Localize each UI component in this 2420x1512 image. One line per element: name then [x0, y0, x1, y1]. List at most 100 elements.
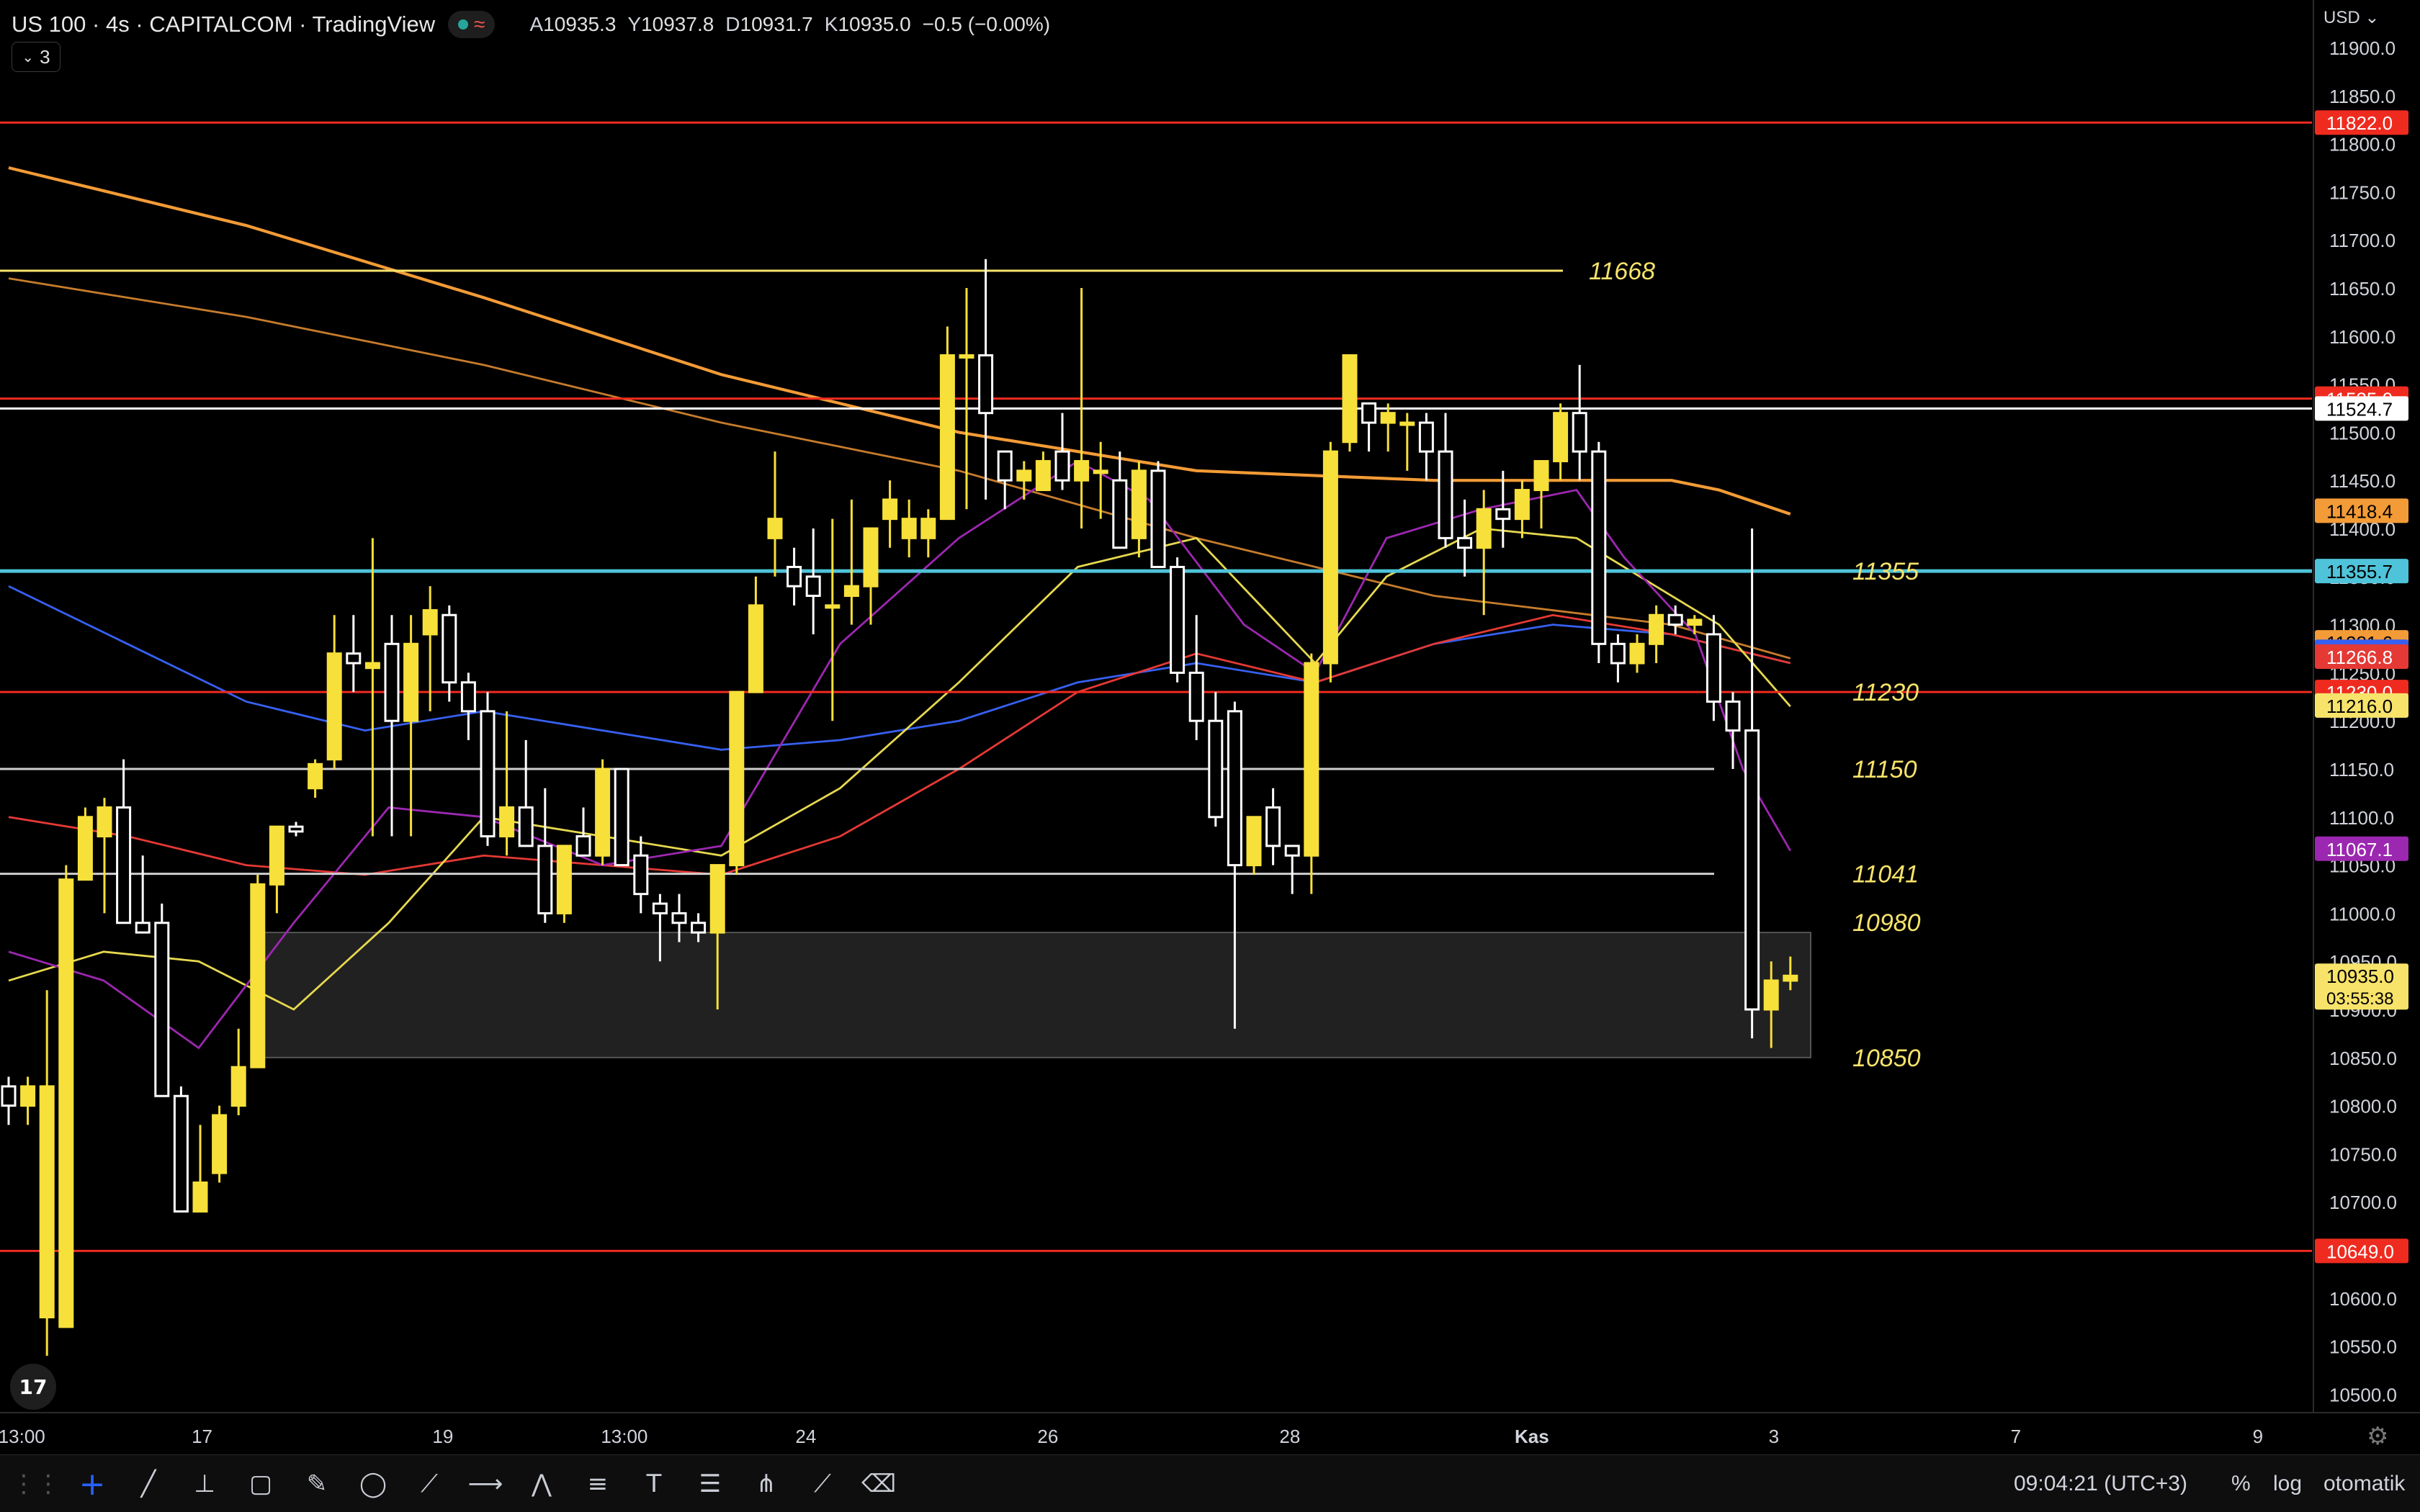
level-price-tag-3: 11524.7 [2326, 398, 2393, 420]
time-tick-label: 9 [2253, 1426, 2263, 1447]
ohlc-values: A10935.3 Y10937.8 D10931.7 K10935.0 −0.5… [529, 13, 1050, 36]
candle-body [173, 1094, 189, 1213]
chart-canvas[interactable]: 11668 11355 11230 11150 11041 10980 10850 11900… [0, 0, 2420, 1454]
measure-icon[interactable]: ⟋ [802, 1464, 843, 1504]
ma-price-tag-5: 11067.1 [2326, 839, 2393, 860]
parallel-channel-icon[interactable]: ≡ [578, 1464, 618, 1504]
candle-body [1246, 816, 1262, 867]
price-tick-label: 11500.0 [2329, 422, 2396, 444]
candle-body [1495, 508, 1511, 521]
level-price-tag-4: 11355.7 [2326, 561, 2393, 582]
grip-icon[interactable]: ⋮⋮ [12, 1464, 60, 1504]
candle-body [537, 845, 553, 914]
candle-body [1284, 845, 1300, 857]
candle-body [1591, 450, 1607, 645]
candle-body [786, 565, 802, 588]
time-tick-label: Kas [1515, 1426, 1549, 1447]
ray-icon[interactable]: ⟶ [465, 1464, 506, 1504]
price-tick-label: 11450.0 [2329, 470, 2396, 492]
pitchfork-icon[interactable]: ⋔ [746, 1464, 786, 1504]
support-zone-box [254, 932, 1811, 1058]
candle-body [1322, 450, 1338, 665]
candle-body [480, 710, 496, 838]
vertical-line-icon[interactable]: ⊥ [184, 1464, 225, 1504]
time-tick-label: 17 [192, 1426, 212, 1447]
text-icon[interactable]: T [634, 1464, 674, 1504]
candle-body [1361, 402, 1377, 424]
candle-body [1418, 421, 1434, 453]
candle-body [1438, 450, 1453, 539]
zone-text-text_bottom: 10850 [1852, 1045, 1921, 1072]
candle-body [212, 1114, 228, 1174]
crosshair-icon[interactable]: + [72, 1464, 112, 1504]
candle-body [1744, 729, 1760, 1011]
level-text-1: 11668 [1589, 258, 1655, 285]
time-tick-label: 28 [1279, 1426, 1300, 1447]
fib-retracement-icon[interactable]: ☰ [690, 1464, 730, 1504]
candle-body [652, 902, 668, 914]
price-tick-label: 10750.0 [2329, 1143, 2397, 1165]
candle-body [499, 806, 515, 838]
settings-gear-icon[interactable]: ⚙ [2367, 1422, 2388, 1451]
candle-body [882, 498, 898, 521]
zone-text-text_top: 10980 [1852, 909, 1921, 937]
auto-scale-toggle[interactable]: otomatik [2323, 1455, 2405, 1512]
polyline-icon[interactable]: ⋀ [521, 1464, 562, 1504]
candle-body [1112, 479, 1128, 549]
path-icon[interactable]: ⟋ [409, 1464, 449, 1504]
market-status-pill[interactable]: ≈ [448, 11, 496, 38]
percent-toggle[interactable]: % [2231, 1455, 2251, 1512]
eraser-icon[interactable]: ⌫ [859, 1464, 899, 1504]
candle-body [20, 1085, 36, 1107]
price-tick-label: 11800.0 [2329, 134, 2396, 156]
ohlc-low: D10931.7 [725, 13, 813, 35]
candle-body [1610, 642, 1626, 665]
candle-body [1054, 450, 1070, 482]
countdown-label: 03:55:38 [2326, 989, 2393, 1009]
candle-body [116, 806, 132, 924]
chevron-down-icon: ⌄ [22, 49, 35, 66]
tradingview-logo-icon[interactable]: 17 [10, 1364, 56, 1410]
ma-price-tag-4: 11216.0 [2326, 696, 2393, 717]
price-tick-label: 11000.0 [2329, 903, 2396, 924]
candle-body [1649, 613, 1664, 645]
price-tick-label: 11900.0 [2329, 37, 2396, 59]
candle-body [1, 1085, 17, 1107]
candle-body [556, 845, 572, 914]
moving-average-0 [8, 166, 1791, 516]
candle-body [288, 825, 304, 833]
log-toggle[interactable]: log [2273, 1455, 2302, 1512]
moving-average-2 [8, 585, 1791, 751]
price-tick-label: 11650.0 [2329, 278, 2396, 300]
symbol-label[interactable]: US 100 · 4s · CAPITALCOM · TradingView [12, 12, 435, 37]
brush-icon[interactable]: ✎ [297, 1464, 337, 1504]
currency-selector[interactable]: USD ⌄ [2323, 7, 2379, 28]
candle-body [997, 450, 1013, 482]
candle-body [1304, 662, 1319, 857]
rectangle-icon[interactable]: ▢ [241, 1464, 281, 1504]
candle-body [326, 652, 342, 761]
candle-body [1342, 354, 1358, 444]
ohlc-open: A10935.3 [529, 13, 617, 35]
candle-body [250, 883, 266, 1068]
candle-body [595, 768, 611, 857]
candle-body [1170, 565, 1186, 674]
candle-body [671, 912, 687, 924]
time-tick-label: 13:00 [0, 1426, 45, 1447]
time-tick-label: 26 [1037, 1426, 1058, 1447]
candle-body [1380, 412, 1396, 424]
level-price-tag-0: 11822.0 [2326, 112, 2393, 134]
candle-body [939, 354, 955, 521]
candle-body [1783, 974, 1798, 982]
candle-body [633, 854, 649, 896]
indicators-collapse-button[interactable]: ⌄ 3 [12, 42, 60, 72]
candle-body [1399, 421, 1415, 426]
clock-label[interactable]: 09:04:21 (UTC+3) [2014, 1455, 2187, 1512]
price-tick-label: 11700.0 [2329, 230, 2396, 251]
ellipse-icon[interactable]: ◯ [353, 1464, 393, 1504]
candle-body [1667, 613, 1683, 626]
candle-body [1514, 489, 1530, 521]
price-tick-label: 10800.0 [2329, 1096, 2397, 1117]
trend-line-icon[interactable]: ╱ [128, 1464, 169, 1504]
candle-body [135, 922, 151, 934]
